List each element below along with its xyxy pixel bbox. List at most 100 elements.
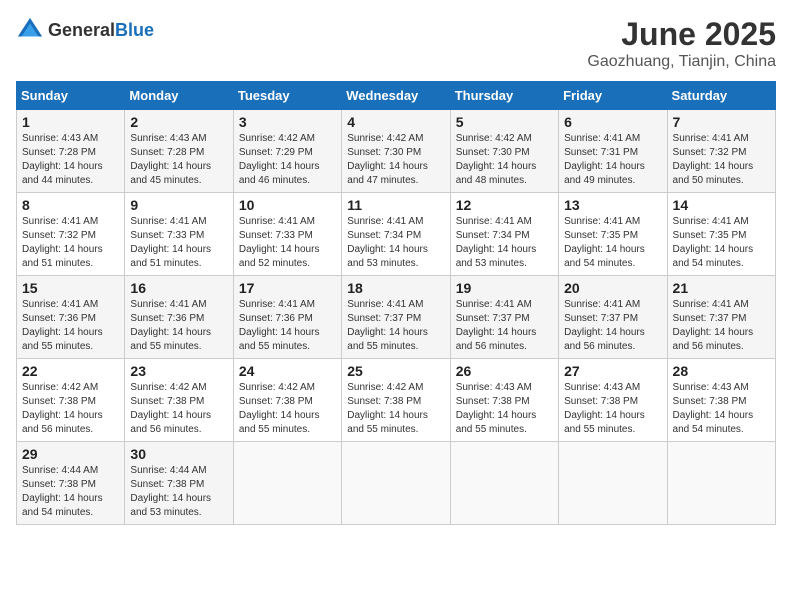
day-detail: Sunrise: 4:41 AMSunset: 7:36 PMDaylight:…	[130, 299, 211, 352]
day-number: 24	[239, 363, 336, 379]
day-number: 26	[456, 363, 553, 379]
day-number: 11	[347, 197, 444, 213]
calendar-row-1: 1 Sunrise: 4:43 AMSunset: 7:28 PMDayligh…	[17, 110, 776, 193]
calendar-cell: 3 Sunrise: 4:42 AMSunset: 7:29 PMDayligh…	[233, 110, 341, 193]
calendar-cell	[667, 442, 775, 525]
calendar-cell: 4 Sunrise: 4:42 AMSunset: 7:30 PMDayligh…	[342, 110, 450, 193]
day-detail: Sunrise: 4:42 AMSunset: 7:38 PMDaylight:…	[22, 382, 103, 435]
day-detail: Sunrise: 4:41 AMSunset: 7:36 PMDaylight:…	[239, 299, 320, 352]
day-number: 6	[564, 114, 661, 130]
calendar-cell: 10 Sunrise: 4:41 AMSunset: 7:33 PMDaylig…	[233, 193, 341, 276]
calendar-cell: 8 Sunrise: 4:41 AMSunset: 7:32 PMDayligh…	[17, 193, 125, 276]
day-detail: Sunrise: 4:43 AMSunset: 7:38 PMDaylight:…	[456, 382, 537, 435]
logo-general: GeneralBlue	[48, 20, 154, 41]
day-number: 13	[564, 197, 661, 213]
calendar-cell: 19 Sunrise: 4:41 AMSunset: 7:37 PMDaylig…	[450, 276, 558, 359]
col-thursday: Thursday	[450, 82, 558, 110]
day-detail: Sunrise: 4:41 AMSunset: 7:34 PMDaylight:…	[347, 216, 428, 269]
day-number: 5	[456, 114, 553, 130]
col-tuesday: Tuesday	[233, 82, 341, 110]
day-number: 18	[347, 280, 444, 296]
title-area: June 2025 Gaozhuang, Tianjin, China	[587, 16, 776, 71]
calendar-cell: 25 Sunrise: 4:42 AMSunset: 7:38 PMDaylig…	[342, 359, 450, 442]
calendar-cell: 13 Sunrise: 4:41 AMSunset: 7:35 PMDaylig…	[559, 193, 667, 276]
day-number: 17	[239, 280, 336, 296]
day-detail: Sunrise: 4:44 AMSunset: 7:38 PMDaylight:…	[130, 465, 211, 518]
day-number: 3	[239, 114, 336, 130]
logo: GeneralBlue	[16, 16, 154, 44]
calendar-cell: 11 Sunrise: 4:41 AMSunset: 7:34 PMDaylig…	[342, 193, 450, 276]
calendar-row-3: 15 Sunrise: 4:41 AMSunset: 7:36 PMDaylig…	[17, 276, 776, 359]
calendar-cell: 7 Sunrise: 4:41 AMSunset: 7:32 PMDayligh…	[667, 110, 775, 193]
calendar-cell: 14 Sunrise: 4:41 AMSunset: 7:35 PMDaylig…	[667, 193, 775, 276]
calendar-cell: 26 Sunrise: 4:43 AMSunset: 7:38 PMDaylig…	[450, 359, 558, 442]
day-number: 22	[22, 363, 119, 379]
day-detail: Sunrise: 4:42 AMSunset: 7:29 PMDaylight:…	[239, 133, 320, 186]
col-saturday: Saturday	[667, 82, 775, 110]
day-number: 7	[673, 114, 770, 130]
day-detail: Sunrise: 4:41 AMSunset: 7:37 PMDaylight:…	[673, 299, 754, 352]
day-detail: Sunrise: 4:41 AMSunset: 7:33 PMDaylight:…	[130, 216, 211, 269]
day-detail: Sunrise: 4:41 AMSunset: 7:34 PMDaylight:…	[456, 216, 537, 269]
day-number: 23	[130, 363, 227, 379]
location-title: Gaozhuang, Tianjin, China	[587, 53, 776, 71]
day-number: 9	[130, 197, 227, 213]
calendar-cell: 9 Sunrise: 4:41 AMSunset: 7:33 PMDayligh…	[125, 193, 233, 276]
month-title: June 2025	[587, 16, 776, 53]
day-detail: Sunrise: 4:42 AMSunset: 7:38 PMDaylight:…	[347, 382, 428, 435]
day-detail: Sunrise: 4:41 AMSunset: 7:33 PMDaylight:…	[239, 216, 320, 269]
day-detail: Sunrise: 4:41 AMSunset: 7:37 PMDaylight:…	[456, 299, 537, 352]
calendar-cell: 21 Sunrise: 4:41 AMSunset: 7:37 PMDaylig…	[667, 276, 775, 359]
day-detail: Sunrise: 4:43 AMSunset: 7:28 PMDaylight:…	[130, 133, 211, 186]
col-friday: Friday	[559, 82, 667, 110]
day-detail: Sunrise: 4:42 AMSunset: 7:38 PMDaylight:…	[130, 382, 211, 435]
day-number: 19	[456, 280, 553, 296]
calendar-cell: 16 Sunrise: 4:41 AMSunset: 7:36 PMDaylig…	[125, 276, 233, 359]
day-detail: Sunrise: 4:43 AMSunset: 7:38 PMDaylight:…	[564, 382, 645, 435]
calendar-table: Sunday Monday Tuesday Wednesday Thursday…	[16, 81, 776, 525]
day-number: 2	[130, 114, 227, 130]
day-detail: Sunrise: 4:42 AMSunset: 7:30 PMDaylight:…	[456, 133, 537, 186]
day-detail: Sunrise: 4:41 AMSunset: 7:32 PMDaylight:…	[673, 133, 754, 186]
calendar-row-2: 8 Sunrise: 4:41 AMSunset: 7:32 PMDayligh…	[17, 193, 776, 276]
day-detail: Sunrise: 4:41 AMSunset: 7:37 PMDaylight:…	[564, 299, 645, 352]
calendar-cell: 6 Sunrise: 4:41 AMSunset: 7:31 PMDayligh…	[559, 110, 667, 193]
calendar-cell: 24 Sunrise: 4:42 AMSunset: 7:38 PMDaylig…	[233, 359, 341, 442]
calendar-cell: 5 Sunrise: 4:42 AMSunset: 7:30 PMDayligh…	[450, 110, 558, 193]
day-number: 29	[22, 446, 119, 462]
calendar-cell: 27 Sunrise: 4:43 AMSunset: 7:38 PMDaylig…	[559, 359, 667, 442]
day-number: 15	[22, 280, 119, 296]
header-row: Sunday Monday Tuesday Wednesday Thursday…	[17, 82, 776, 110]
logo-icon	[16, 16, 44, 44]
day-number: 28	[673, 363, 770, 379]
day-detail: Sunrise: 4:43 AMSunset: 7:28 PMDaylight:…	[22, 133, 103, 186]
day-number: 27	[564, 363, 661, 379]
day-detail: Sunrise: 4:41 AMSunset: 7:31 PMDaylight:…	[564, 133, 645, 186]
day-detail: Sunrise: 4:41 AMSunset: 7:35 PMDaylight:…	[673, 216, 754, 269]
day-detail: Sunrise: 4:41 AMSunset: 7:36 PMDaylight:…	[22, 299, 103, 352]
day-detail: Sunrise: 4:41 AMSunset: 7:32 PMDaylight:…	[22, 216, 103, 269]
calendar-cell: 20 Sunrise: 4:41 AMSunset: 7:37 PMDaylig…	[559, 276, 667, 359]
day-detail: Sunrise: 4:44 AMSunset: 7:38 PMDaylight:…	[22, 465, 103, 518]
calendar-cell: 30 Sunrise: 4:44 AMSunset: 7:38 PMDaylig…	[125, 442, 233, 525]
day-number: 30	[130, 446, 227, 462]
day-number: 25	[347, 363, 444, 379]
day-detail: Sunrise: 4:43 AMSunset: 7:38 PMDaylight:…	[673, 382, 754, 435]
day-number: 1	[22, 114, 119, 130]
calendar-cell: 12 Sunrise: 4:41 AMSunset: 7:34 PMDaylig…	[450, 193, 558, 276]
calendar-row-4: 22 Sunrise: 4:42 AMSunset: 7:38 PMDaylig…	[17, 359, 776, 442]
day-number: 4	[347, 114, 444, 130]
calendar-cell	[233, 442, 341, 525]
col-monday: Monday	[125, 82, 233, 110]
calendar-cell: 23 Sunrise: 4:42 AMSunset: 7:38 PMDaylig…	[125, 359, 233, 442]
day-number: 8	[22, 197, 119, 213]
day-detail: Sunrise: 4:41 AMSunset: 7:35 PMDaylight:…	[564, 216, 645, 269]
day-number: 21	[673, 280, 770, 296]
day-detail: Sunrise: 4:41 AMSunset: 7:37 PMDaylight:…	[347, 299, 428, 352]
day-number: 10	[239, 197, 336, 213]
calendar-row-5: 29 Sunrise: 4:44 AMSunset: 7:38 PMDaylig…	[17, 442, 776, 525]
day-number: 16	[130, 280, 227, 296]
calendar-cell: 29 Sunrise: 4:44 AMSunset: 7:38 PMDaylig…	[17, 442, 125, 525]
calendar-cell	[559, 442, 667, 525]
day-detail: Sunrise: 4:42 AMSunset: 7:38 PMDaylight:…	[239, 382, 320, 435]
